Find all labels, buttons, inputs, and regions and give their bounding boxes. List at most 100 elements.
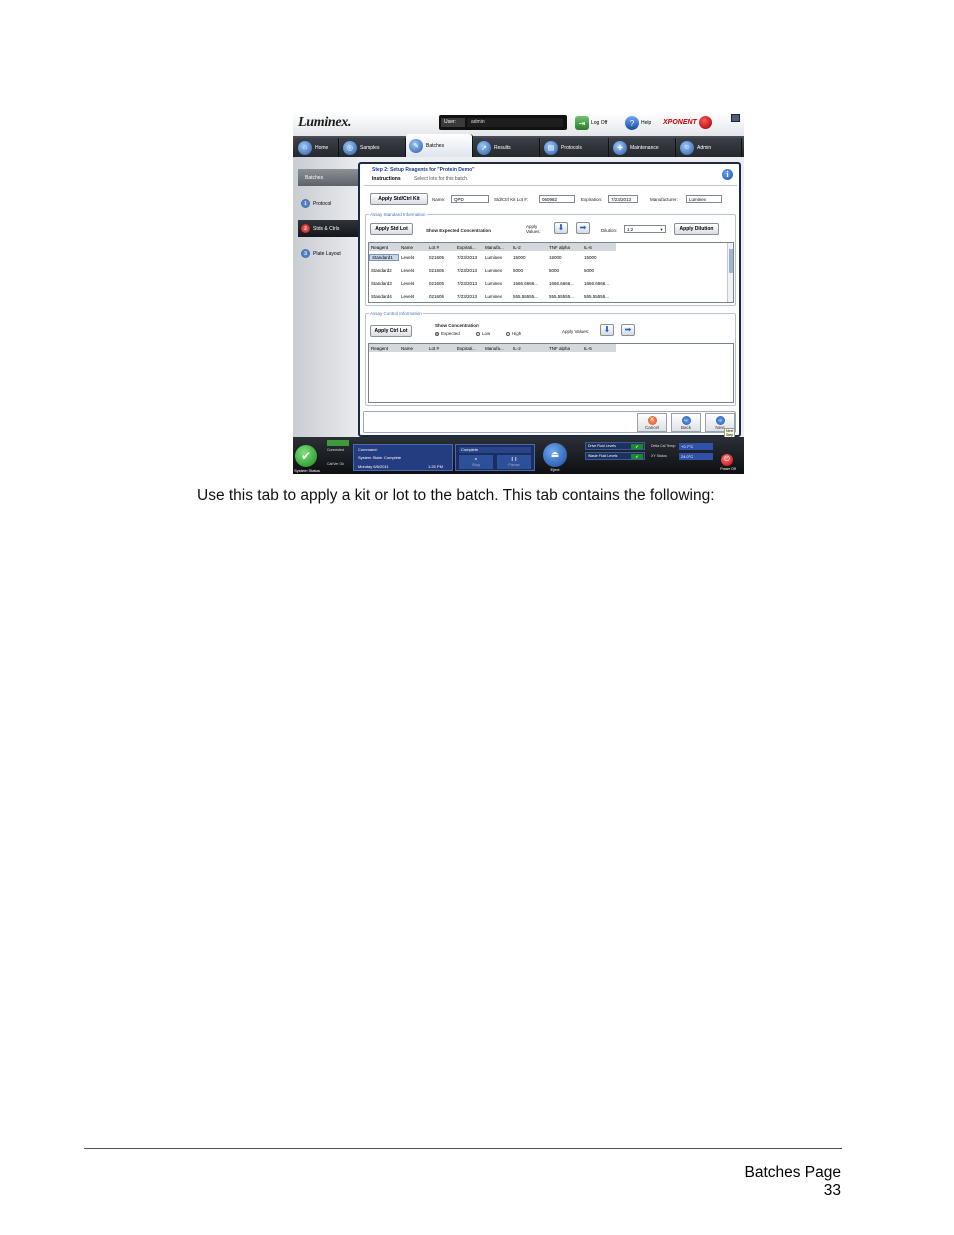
table-cell: 1666.6666... [549, 281, 575, 286]
column-header[interactable]: Name [399, 245, 427, 250]
table-cell: 555.55555... [513, 294, 539, 299]
info-icon[interactable]: i [722, 169, 733, 180]
table-row[interactable]: Standard1 Level4 021605 7/23/2013 Luminex 150… [369, 251, 616, 264]
left-nav: Batches 1 Protocol 2 Stds & Ctrls 3 Plat… [293, 157, 358, 437]
column-header[interactable]: IL-6 [582, 245, 616, 250]
batches-icon: ✎ [409, 138, 423, 153]
ctrl-apply-down-button[interactable]: ⬇ [600, 324, 614, 336]
kit-lot-field[interactable]: 060982 [539, 195, 575, 203]
table-cell: 555.55555... [549, 294, 575, 299]
column-header[interactable]: IL-2 [511, 346, 547, 351]
table-cell: 1666.6666... [513, 281, 539, 286]
home-icon: ⌂ [298, 140, 312, 155]
table-row[interactable]: Standard4 Level4 021605 7/23/2013 Luminex 555… [369, 290, 616, 302]
footer-section-title: Batches Page [744, 1164, 841, 1181]
column-header[interactable]: TNF alpha [547, 346, 582, 351]
column-header[interactable]: Expirati... [455, 245, 483, 250]
footer-page-number: 33 [823, 1182, 841, 1199]
radio-low[interactable]: Low [476, 331, 490, 336]
stop-button[interactable]: ■ Stop [459, 455, 493, 469]
expiration-field[interactable]: 7/23/2013 [608, 195, 638, 203]
step-protocol[interactable]: 1 Protocol [298, 195, 358, 212]
tab-maintenance[interactable]: ✚ Maintenance [610, 138, 676, 157]
column-header[interactable]: IL-2 [511, 245, 547, 250]
table-header: Reagent Name Lot # Expirati... Manufa... IL-2… [369, 243, 616, 251]
step-plate-layout[interactable]: 3 Plate Layout [298, 245, 358, 262]
ctrl-apply-values-label: Apply Values: [562, 329, 590, 334]
apply-ctrl-lot-button[interactable]: Apply Ctrl Lot [370, 325, 412, 337]
table-cell: Level4 [401, 281, 415, 286]
apply-down-button[interactable]: ⬇ [554, 222, 568, 234]
column-header[interactable]: Manufa... [483, 346, 511, 351]
tab-admin[interactable]: ☺ Admin [677, 138, 742, 157]
manufacturer-field[interactable]: Luminex [686, 195, 722, 203]
tab-results[interactable]: ↗ Results [474, 138, 540, 157]
results-icon: ↗ [477, 140, 491, 155]
footer-divider [84, 1148, 842, 1149]
admin-icon: ☺ [680, 140, 694, 155]
table-cell: Level4 [401, 255, 415, 260]
column-header[interactable]: Lot # [427, 346, 455, 351]
eject-button[interactable]: ⏏ [543, 443, 567, 467]
tab-protocols[interactable]: ▤ Protocols [541, 138, 609, 157]
cancel-button[interactable]: ✕ Cancel [637, 413, 667, 432]
pause-button[interactable]: ❚❚ Pause [497, 455, 531, 469]
name-field[interactable]: QPD [451, 195, 489, 203]
radio-expected[interactable]: Expected [435, 331, 460, 336]
user-field[interactable]: admin [467, 118, 563, 127]
show-expected-label: Show Expected Concentration [426, 228, 492, 233]
radio-high[interactable]: High [506, 331, 521, 336]
apply-std-lot-button[interactable]: Apply Std Lot [370, 223, 413, 235]
run-panel: Complete ■ Stop ❚❚ Pause [455, 444, 535, 471]
apply-dilution-button[interactable]: Apply Dilution [674, 223, 719, 235]
expiration-label: Expiration: [581, 197, 603, 202]
xponent-ball-icon [698, 115, 712, 129]
help-button[interactable]: ? Help [625, 115, 651, 131]
step-stds-ctrls[interactable]: 2 Stds & Ctrls [298, 220, 358, 237]
system-status-icon[interactable]: ✔ [295, 445, 317, 467]
name-label: Name: [432, 197, 446, 202]
standard-table: Reagent Name Lot # Expirati... Manufa... IL-2… [368, 242, 734, 303]
table-row[interactable]: Standard2 Level4 021605 7/23/2013 Luminex 500… [369, 264, 616, 277]
minimize-button[interactable] [731, 114, 740, 122]
column-header[interactable]: Reagent [369, 245, 399, 250]
apply-kit-button[interactable]: Apply Std/Ctrl Kit [370, 193, 428, 205]
column-header[interactable]: Manufa... [483, 245, 511, 250]
arrow-down-icon: ⬇ [557, 223, 565, 232]
chevron-down-icon: ▼ [659, 227, 664, 232]
column-header[interactable]: IL-6 [582, 346, 616, 351]
system-status-label: System Status [294, 468, 320, 473]
apply-values-label: Apply Values: [526, 224, 541, 234]
table-cell: Standard2 [371, 268, 392, 273]
column-header[interactable]: Lot # [427, 245, 455, 250]
luminex-logo: Luminex. [298, 115, 352, 130]
column-header[interactable]: Name [399, 346, 427, 351]
arrow-right-icon: ➡ [624, 325, 632, 334]
power-icon: ⏻ [724, 456, 730, 463]
xy-status-value: 24.0°C [679, 453, 713, 460]
show-concentration-label: Show Concentration [435, 323, 479, 328]
check-icon: ✔ [631, 454, 643, 459]
apply-right-button[interactable]: ➡ [576, 222, 590, 234]
column-header[interactable]: TNF alpha [547, 245, 582, 250]
standard-group-title: Assay Standard Information [369, 212, 427, 217]
dilution-select[interactable]: 1:2 ▼ [624, 225, 666, 233]
control-group-title: Assay Control Information [369, 311, 423, 316]
back-button[interactable]: ← Back [671, 413, 701, 432]
power-off-button[interactable]: ⏻ [721, 454, 733, 466]
column-header[interactable]: Reagent [369, 346, 399, 351]
table-cell: 021605 [429, 255, 445, 260]
connected-label: Connected [327, 448, 344, 452]
ctrl-apply-right-button[interactable]: ➡ [621, 324, 635, 336]
xponent-logo: XPONENT [663, 115, 725, 129]
table-row[interactable]: Standard3 Level4 021605 7/23/2013 Luminex 166… [369, 277, 616, 290]
column-header[interactable]: Expirati... [455, 346, 483, 351]
tab-batches[interactable]: ✎ Batches [406, 134, 473, 157]
help-icon: ? [625, 116, 639, 130]
logoff-button[interactable]: ⇥ Log Off [575, 115, 607, 131]
standard-table-scrollbar[interactable] [727, 243, 733, 302]
table-cell: 7/23/2013 [457, 255, 478, 260]
tab-home[interactable]: ⌂ Home [295, 138, 339, 157]
dilution-label: Dilution: [601, 228, 618, 233]
tab-samples[interactable]: ◎ Samples [340, 138, 406, 157]
